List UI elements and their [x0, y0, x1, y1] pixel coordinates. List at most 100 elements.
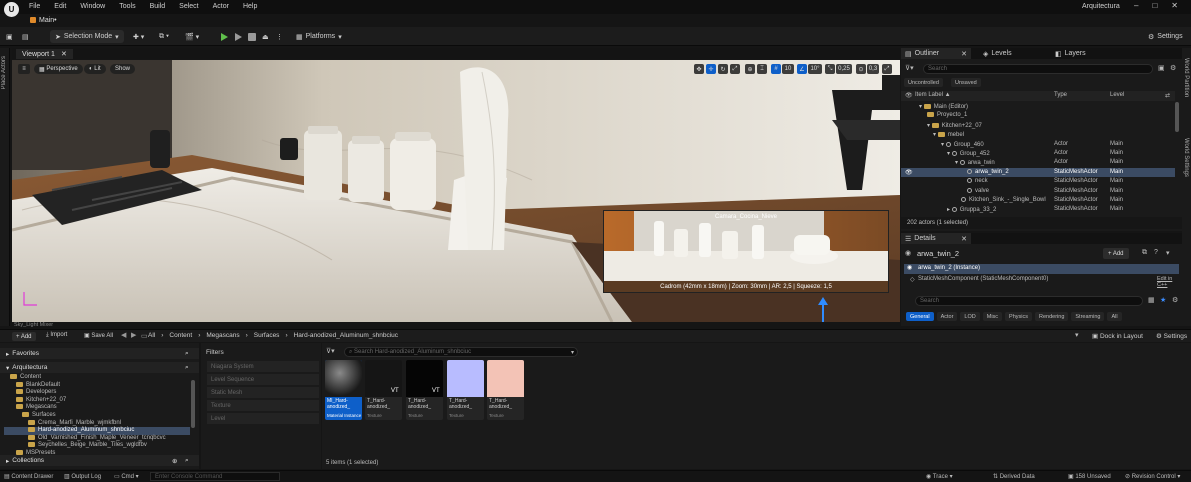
asset-tile[interactable]: T_Hard-anodized_ Texture [487, 360, 524, 420]
asset-tile[interactable]: MI_Hard-anodized_ Material Instance [325, 360, 362, 420]
category-actor[interactable]: Actor [936, 312, 958, 321]
rotate-snap-value[interactable]: 10° [808, 64, 822, 74]
category-general[interactable]: General [906, 312, 934, 321]
history-forward-icon[interactable]: ▶ [131, 331, 136, 339]
asset-tile[interactable]: VT T_Hard-anodized_ Texture [365, 360, 402, 420]
content-drawer-button[interactable]: ▤ Content Drawer [4, 473, 53, 480]
filter-niagara-system[interactable]: Niagara System [207, 361, 319, 372]
lit-button[interactable]: ◐ Lit [84, 64, 106, 74]
gear-icon[interactable]: ⚙ [1172, 296, 1178, 304]
revision-control-button[interactable]: ⊘ Revision Control ▾ [1125, 473, 1180, 480]
category-physics[interactable]: Physics [1005, 312, 1032, 321]
menu-build[interactable]: Build [150, 3, 166, 10]
menu-help[interactable]: Help [243, 3, 257, 10]
rotate-icon[interactable]: ↻ [718, 64, 728, 74]
outliner-row[interactable]: ▾ Main (Editor) [901, 102, 1175, 111]
outliner-row[interactable]: neck StaticMeshActor Main [901, 177, 1175, 186]
column-item-label[interactable]: Item Label ▲ [915, 92, 951, 98]
outliner-row[interactable]: ▾ mebel [901, 130, 1175, 139]
asset-search-input[interactable]: ⌕ Search Hard-anodized_Aluminum_shnbciuc… [344, 347, 578, 357]
add-button[interactable]: + Add [12, 332, 36, 341]
uncontrolled-chip[interactable]: Uncontrolled [904, 78, 943, 87]
visibility-icon[interactable]: 👁 [905, 92, 913, 99]
more-icon[interactable]: ⋮ [276, 30, 283, 43]
unsaved-button[interactable]: ▣ 158 Unsaved [1068, 473, 1111, 480]
camera-speed-value[interactable]: 0,3 [867, 64, 879, 74]
blueprint-button[interactable]: ⧉ ▾ [159, 30, 169, 43]
outliner-row-selected[interactable]: 👁 arwa_twin_2 StaticMeshActor Main [901, 167, 1175, 178]
viewport-tab[interactable]: Viewport 1 ✕ [16, 49, 73, 59]
menu-actor[interactable]: Actor [213, 3, 229, 10]
instance-row[interactable]: arwa_twin_2 (Instance) [904, 264, 1179, 274]
filter-texture[interactable]: Texture [207, 400, 319, 411]
chevron-down-icon[interactable]: ▾ [1166, 249, 1170, 257]
dock-in-layout-button[interactable]: ▣ Dock in Layout [1092, 332, 1143, 340]
scale-snap-icon[interactable]: ⤡ [825, 64, 835, 74]
close-icon[interactable]: ✕ [961, 235, 967, 243]
outliner-row[interactable]: ▾ Group_460 Actor Main [901, 140, 1175, 149]
console-input[interactable]: Enter Console Command [150, 472, 280, 481]
tree-scrollbar[interactable] [191, 380, 195, 428]
perspective-button[interactable]: ▦ Perspective [34, 64, 83, 74]
tab-layers[interactable]: ◧ Layers [1051, 48, 1090, 59]
asset-tile[interactable]: VT T_Hard-anodized_ Texture [406, 360, 443, 420]
chevron-down-icon[interactable]: ▾ [1075, 331, 1079, 339]
output-log-button[interactable]: ▥ Output Log [64, 473, 101, 480]
world-space-icon[interactable]: ⊕ [745, 64, 755, 74]
column-type[interactable]: Type [1054, 92, 1067, 98]
folder-tree-item[interactable]: Crema_Marfi_Marble_wjmkfbnl [4, 419, 190, 428]
content-icon[interactable]: ▤ [22, 30, 29, 43]
filter-level[interactable]: Level [207, 413, 319, 424]
import-button[interactable]: ⤓ Import [46, 332, 67, 339]
step-icon[interactable] [235, 30, 242, 43]
platforms-button[interactable]: ▦ Platforms ▾ [296, 30, 342, 43]
outliner-row[interactable]: ▾ arwa_twin Actor Main [901, 158, 1175, 167]
viewport-menu-icon[interactable]: ≡ [18, 64, 30, 74]
menu-window[interactable]: Window [80, 3, 105, 10]
details-search-input[interactable]: Search [915, 296, 1143, 306]
scale-icon[interactable]: ⤢ [730, 64, 740, 74]
project-section[interactable]: ▾ Arquitectura ⌕ [0, 362, 199, 373]
surface-snap-icon[interactable]: ⌶ [757, 64, 767, 74]
settings-button[interactable]: ⚙ Settings [1148, 30, 1183, 43]
filter-level-sequence[interactable]: Level Sequence [207, 374, 319, 385]
breadcrumb-item[interactable]: Content [169, 332, 192, 339]
camera-speed-icon[interactable]: ⊙ [856, 64, 866, 74]
filter-static-mesh[interactable]: Static Mesh [207, 387, 319, 398]
minimize-icon[interactable]: – [1134, 1, 1138, 10]
add-folder-icon[interactable]: ▣ [1158, 64, 1165, 72]
breadcrumb-item[interactable]: Surfaces [254, 332, 280, 339]
add-actor-button[interactable]: ✚ ▾ [133, 30, 144, 43]
show-button[interactable]: Show [110, 64, 136, 74]
close-icon[interactable]: ✕ [1171, 1, 1178, 10]
rotate-snap-icon[interactable]: ∠ [797, 64, 807, 74]
history-back-icon[interactable]: ◀ [121, 331, 126, 339]
selection-mode-button[interactable]: ➤ Selection Mode ▾ [50, 30, 124, 43]
document-tab-main[interactable]: Main• [30, 14, 57, 26]
folder-tree-item-selected[interactable]: Hard-anodized_Aluminum_shnbciuc [4, 427, 190, 435]
translate-icon[interactable]: ✛ [706, 64, 716, 74]
content-settings-button[interactable]: ⚙ Settings [1156, 332, 1187, 340]
help-icon[interactable]: ? [1154, 249, 1158, 256]
folder-tree-item[interactable]: Developers [4, 389, 190, 397]
tab-outliner[interactable]: ▤ Outliner ✕ [901, 48, 971, 59]
menu-tools[interactable]: Tools [119, 3, 135, 10]
tab-details[interactable]: ☰ Details ✕ [901, 233, 971, 244]
outliner-search-input[interactable]: Search [923, 64, 1153, 74]
chevron-down-icon[interactable]: ▾ [571, 349, 574, 356]
outliner-row[interactable]: ▾ Group_452 Actor Main [901, 149, 1175, 158]
stop-icon[interactable] [248, 30, 256, 43]
edit-in-cpp-link[interactable]: Edit in C++ [1157, 276, 1182, 288]
world-settings-tab[interactable]: World Settings [1183, 138, 1189, 177]
breadcrumb-item[interactable]: All [148, 332, 155, 339]
filter-icon[interactable]: ⊽▾ [905, 64, 914, 72]
unsaved-chip[interactable]: Unsaved [951, 78, 981, 87]
folder-icon[interactable]: ▭ [141, 332, 148, 340]
play-button[interactable] [221, 30, 228, 43]
folder-tree-item[interactable]: Kitchen+22_07 [4, 396, 190, 405]
filter-icon[interactable]: ⊽▾ [326, 347, 335, 355]
category-lod[interactable]: LOD [960, 312, 980, 321]
column-options-icon[interactable]: ⇄ [1165, 92, 1170, 99]
add-component-button[interactable]: + Add [1103, 248, 1129, 259]
asset-tile[interactable]: T_Hard-anodized_ Texture [447, 360, 484, 420]
